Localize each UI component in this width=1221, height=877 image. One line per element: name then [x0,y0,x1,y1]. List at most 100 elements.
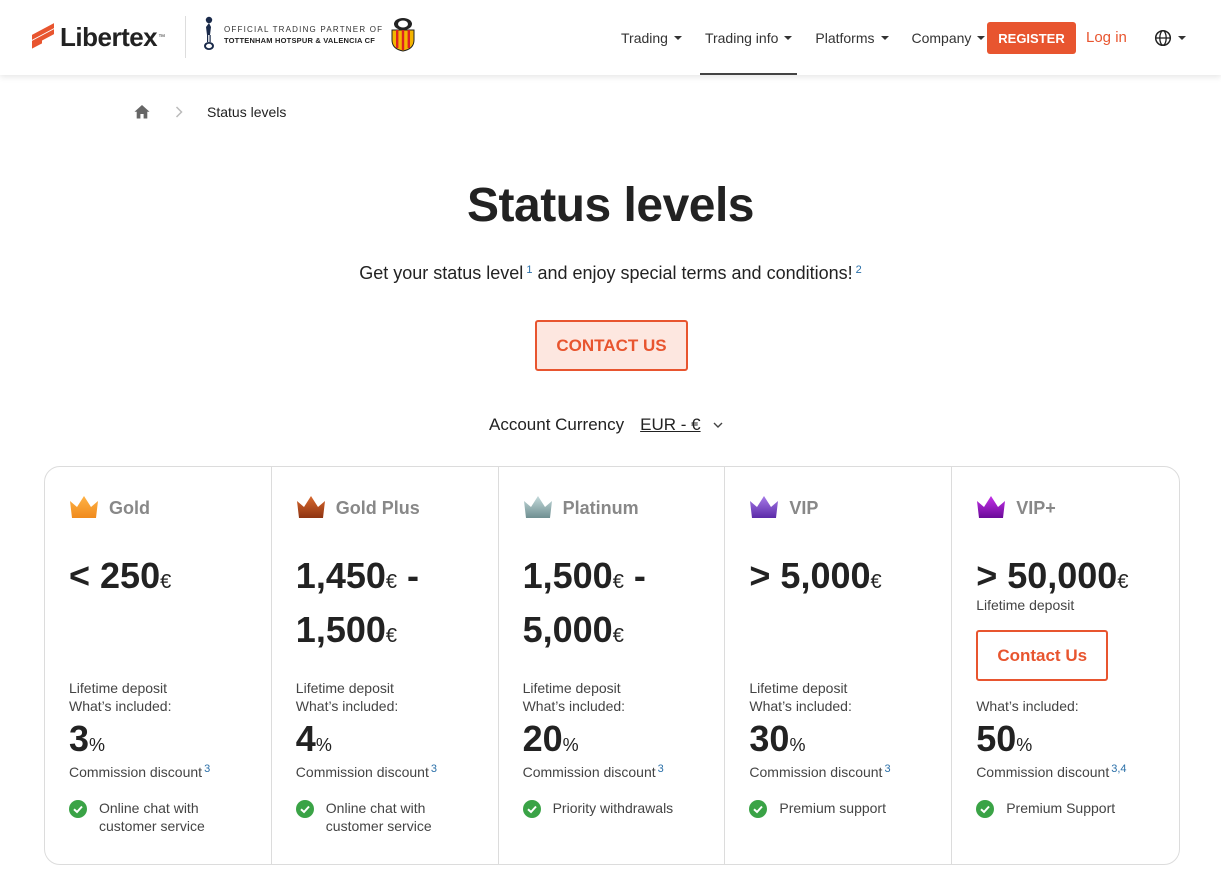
currency-symbol: € [1117,571,1129,593]
percent-value: 30 [749,718,790,759]
commission-label: Commission discount [69,764,203,780]
commission-discount: Commission discount 3 [69,763,210,780]
level-name: Gold [109,498,150,518]
commission-percent: 30% [749,718,805,760]
nav-trading[interactable]: Trading [621,0,687,75]
amount-value: > 5,000 [749,555,871,596]
main-nav: Trading Trading info Platforms Company [621,0,1003,75]
account-currency: Account Currency EUR - € [489,415,723,435]
level-card-platinum: Platinum 1,500€ - 5,000€ Lifetime deposi… [499,467,726,864]
level-name: VIP [789,498,819,518]
logo-text: Libertex [60,21,158,52]
feature-item: Online chat with customer service [295,799,476,835]
feature-text: Online chat with customer service [325,800,432,834]
footnote-link[interactable]: 3,4 [1111,763,1126,775]
level-name: Gold Plus [335,498,420,518]
check-circle-icon [522,800,541,818]
footnote-link[interactable]: 3 [431,763,437,775]
home-icon[interactable] [133,103,151,121]
feature-text: Priority withdrawals [552,800,674,816]
feature-item: Priority withdrawals [522,799,703,818]
check-circle-icon [69,800,87,818]
commission-percent: 50% [976,718,1032,760]
whats-included-label: What’s included: [749,698,852,714]
feature-text: Premium support [779,800,886,816]
commission-percent: 3% [69,718,105,760]
chevron-right-icon [175,106,183,118]
valencia-crest-icon [391,18,415,52]
page-title: Status levels [467,179,754,232]
status-levels-table: Gold < 250 € Lifetime deposit What’s incl… [44,466,1180,865]
contact-us-button[interactable]: Contact Us [976,630,1109,681]
nav-platforms-label: Platforms [815,29,875,46]
logo-trademark: ™ [158,33,166,41]
nav-trading-info[interactable]: Trading info [699,0,798,75]
commission-discount: Commission discount 3 [749,763,890,780]
level-card-vip-plus: VIP+ > 50,000€ Lifetime deposit Contact … [952,467,1179,864]
commission-percent: 20% [523,718,579,760]
check-circle-icon [295,800,314,818]
footnote-link-2[interactable]: 2 [856,264,862,276]
caret-down-icon [880,35,889,40]
libertex-logo[interactable]: Libertex ™ [32,22,165,52]
subtitle-part-1: Get your status level [359,263,524,283]
lifetime-deposit-label: Lifetime deposit [69,680,168,696]
lifetime-deposit-label: Lifetime deposit [295,680,394,696]
nav-company[interactable]: Company [907,0,991,75]
level-name: Platinum [562,498,639,518]
partner-line-2: TOTTENHAM HOTSPUR & VALENCIA CF [224,36,376,45]
commission-label: Commission discount [749,764,883,780]
level-card-gold: Gold < 250€ Lifetime deposit What’s incl… [45,467,272,864]
level-name: VIP+ [1016,498,1056,518]
level-deposit-amount: 1,500€ - 5,000€ [522,555,646,650]
percent-symbol: % [789,735,806,755]
feature-text: Online chat with customer service [99,800,205,834]
level-deposit-amount: 1,450€ - 1,500€ [295,555,420,650]
percent-symbol: % [1016,735,1033,755]
currency-symbol: € [612,625,624,647]
percent-value: 20 [522,718,563,759]
percent-value: 50 [976,718,1017,759]
currency-select[interactable]: EUR - € [640,415,723,435]
currency-symbol: € [385,625,398,647]
currency-symbol: € [870,571,882,593]
amount-value: < 250 [69,555,161,596]
amount-value: 1,500 [522,555,613,596]
caret-down-icon [784,35,793,40]
whats-included-label: What’s included: [976,698,1079,714]
crown-icon [70,496,98,518]
percent-symbol: % [89,735,106,755]
check-circle-icon [749,800,768,818]
footnote-link[interactable]: 3 [658,763,664,775]
footnote-link[interactable]: 3 [204,763,210,775]
crown-icon [977,496,1006,518]
subtitle-part-2: and enjoy special terms and conditions! [532,263,853,283]
breadcrumb-current: Status levels [207,104,287,120]
percent-symbol: % [562,735,579,755]
caret-down-icon [673,35,682,40]
contact-us-button[interactable]: CONTACT US [535,320,688,371]
commission-label: Commission discount [295,764,429,780]
language-selector[interactable] [1154,28,1186,48]
level-card-gold-plus: Gold Plus 1,450€ - 1,500€ Lifetime depos… [272,467,499,864]
feature-item: Premium support [749,799,929,818]
lifetime-deposit-label: Lifetime deposit [522,680,621,696]
caret-down-icon [977,35,986,40]
nav-trading-info-label: Trading info [704,29,779,46]
check-circle-icon [976,800,995,818]
level-card-vip: VIP > 5,000€ Lifetime deposit What’s inc… [725,467,953,864]
feature-item: Premium Support [976,799,1156,818]
login-link[interactable]: Log in [1086,29,1127,46]
nav-platforms[interactable]: Platforms [810,0,893,75]
lifetime-deposit-label: Lifetime deposit [976,597,1075,613]
tottenham-crest-icon [204,16,214,50]
level-deposit-amount: > 5,000€ [749,552,949,606]
percent-value: 4 [295,718,316,759]
register-button[interactable]: REGISTER [987,22,1076,54]
nav-trading-label: Trading [621,29,668,46]
amount-value: 5,000 [522,609,613,650]
footnote-link[interactable]: 3 [884,763,890,775]
breadcrumb: Status levels [133,103,286,121]
commission-percent: 4% [296,718,332,760]
amount-value: > 50,000 [976,555,1118,596]
